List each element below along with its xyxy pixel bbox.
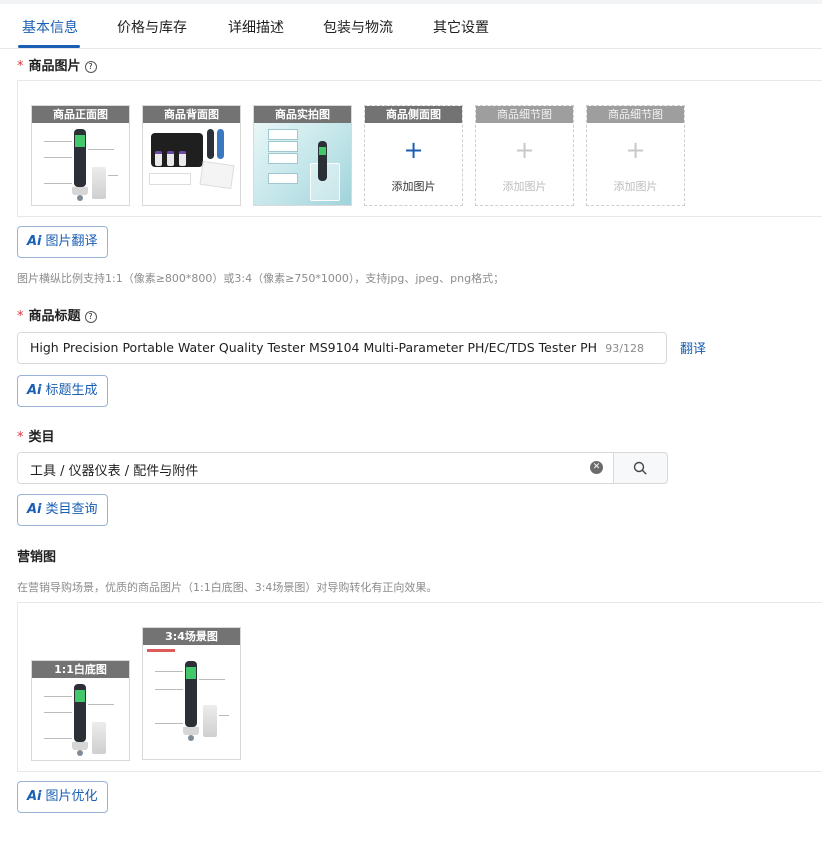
button-label: 图片优化 <box>45 789 98 804</box>
char-counter: 93/128 <box>605 342 644 355</box>
image-optimize-button[interactable]: Ai 图片优化 <box>17 781 108 813</box>
plus-icon: + <box>514 136 535 164</box>
add-image-text: 添加图片 <box>502 180 547 193</box>
image-slot-back[interactable]: 商品背面图 <box>142 105 241 206</box>
marketing-hint: 在营销导购场景，优质的商品图片（1:1白底图、3:4场景图）对导购转化有正向效果… <box>17 581 438 594</box>
white-background-image <box>32 678 129 760</box>
plus-icon: + <box>625 136 646 164</box>
image-slot-front[interactable]: 商品正面图 <box>31 105 130 206</box>
product-title-value: High Precision Portable Water Quality Te… <box>30 340 598 355</box>
slot-label: 商品背面图 <box>143 106 240 123</box>
slot-label: 商品细节图 <box>587 106 684 123</box>
marketing-images-panel: 1:1白底图 3:4场景图 <box>17 602 822 772</box>
clear-circle-icon[interactable]: ✕ <box>590 461 603 474</box>
ai-icon: Ai <box>27 234 42 249</box>
category-input[interactable]: 工具 / 仪器仪表 / 配件与附件 ✕ <box>17 452 615 484</box>
title-generate-button[interactable]: Ai 标题生成 <box>17 375 108 407</box>
image-translate-button[interactable]: Ai 图片翻译 <box>17 226 108 258</box>
slot-label: 商品实拍图 <box>254 106 351 123</box>
marketing-slot-scene[interactable]: 3:4场景图 <box>142 627 241 760</box>
slot-label: 商品正面图 <box>32 106 129 123</box>
category-label: 类目 <box>28 430 55 445</box>
category-search-button[interactable] <box>613 452 668 484</box>
product-real-photo <box>254 123 351 205</box>
marketing-heading: 营销图 <box>17 550 57 565</box>
required-mark: * <box>17 309 24 324</box>
translate-link[interactable]: 翻译 <box>680 338 706 357</box>
add-image-text: 添加图片 <box>613 180 658 193</box>
tab-price-stock[interactable]: 价格与库存 <box>117 17 187 37</box>
tab-basic-info[interactable]: 基本信息 <box>22 17 78 37</box>
product-images-panel: 商品正面图 商品背面图 商品实拍图 商品侧面图 + 添加图片 商品细节图 + 添… <box>17 80 822 217</box>
image-requirements-hint: 图片横纵比例支持1:1（像素≥800*800）或3:4（像素≥750*1000）… <box>17 272 505 285</box>
product-front-image <box>32 123 129 205</box>
required-mark: * <box>17 430 24 445</box>
image-slot-detail-2: 商品细节图 + 添加图片 <box>586 105 685 206</box>
tab-bar: 基本信息 价格与库存 详细描述 包装与物流 其它设置 <box>0 4 822 49</box>
button-label: 标题生成 <box>45 383 98 398</box>
scene-image <box>143 645 240 759</box>
tab-other-settings[interactable]: 其它设置 <box>433 17 489 37</box>
product-images-title: 商品图片 <box>28 59 81 74</box>
product-images-heading: * 商品图片? <box>17 55 97 74</box>
product-back-image <box>143 123 240 205</box>
image-slot-side[interactable]: 商品侧面图 + 添加图片 <box>364 105 463 206</box>
category-heading: * 类目 <box>17 426 55 445</box>
question-circle-icon[interactable]: ? <box>84 311 97 323</box>
required-mark: * <box>17 59 24 74</box>
image-slot-detail-1: 商品细节图 + 添加图片 <box>475 105 574 206</box>
slot-label: 3:4场景图 <box>143 628 240 645</box>
tab-packaging-logistics[interactable]: 包装与物流 <box>323 17 393 37</box>
slot-label: 商品侧面图 <box>365 106 462 123</box>
active-tab-indicator <box>18 45 80 48</box>
button-label: 类目查询 <box>45 502 98 517</box>
tab-detail-description[interactable]: 详细描述 <box>228 17 284 37</box>
question-circle-icon[interactable]: ? <box>84 61 97 73</box>
slot-label: 1:1白底图 <box>32 661 129 678</box>
product-title-heading: * 商品标题? <box>17 305 97 324</box>
slot-label: 商品细节图 <box>476 106 573 123</box>
button-label: 图片翻译 <box>45 234 98 249</box>
product-title-label: 商品标题 <box>28 309 81 324</box>
product-title-input[interactable]: High Precision Portable Water Quality Te… <box>17 332 667 364</box>
ai-icon: Ai <box>27 502 42 517</box>
marketing-slot-white-bg[interactable]: 1:1白底图 <box>31 660 130 761</box>
category-value: 工具 / 仪器仪表 / 配件与附件 <box>30 464 199 479</box>
search-icon <box>633 461 647 475</box>
ai-icon: Ai <box>27 383 42 398</box>
add-image-text: 添加图片 <box>391 180 436 193</box>
ai-icon: Ai <box>27 789 42 804</box>
plus-icon: + <box>403 136 424 164</box>
image-slot-real[interactable]: 商品实拍图 <box>253 105 352 206</box>
category-query-button[interactable]: Ai 类目查询 <box>17 494 108 526</box>
